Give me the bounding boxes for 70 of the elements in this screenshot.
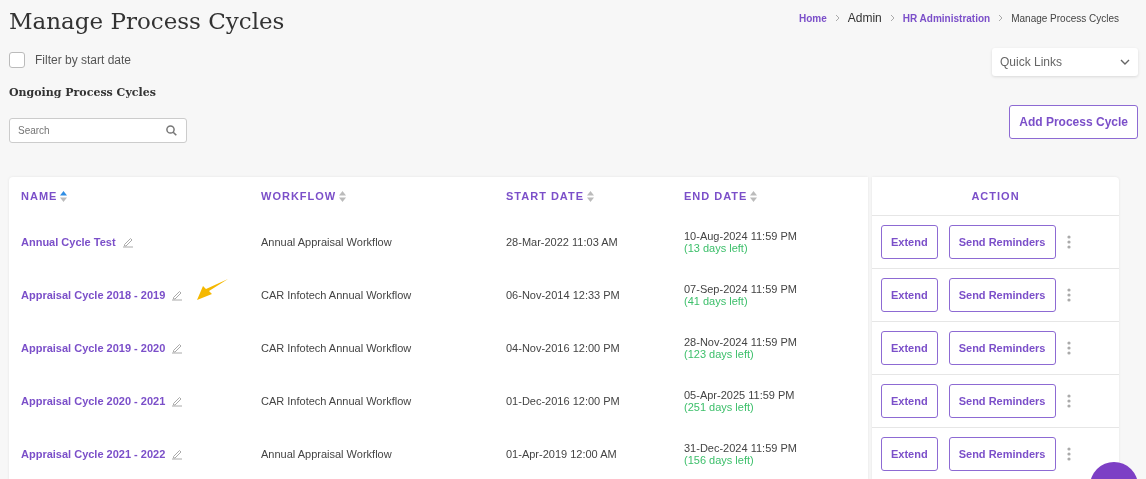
table-cell-text: Annual Appraisal Workflow [260,446,393,462]
column-header: ACTION [872,177,1119,216]
cycle-name-link[interactable]: Annual Cycle Test [21,235,116,248]
extend-button[interactable]: Extend [881,437,938,471]
pencil-icon[interactable] [171,394,184,407]
page-title: Manage Process Cycles [9,7,285,36]
breadcrumb-link[interactable]: HR Administration [902,12,991,24]
table-cell-text: CAR Infotech Annual Workflow [260,393,413,409]
column-header[interactable]: NAME [21,190,58,202]
chevron-icon [889,14,895,22]
more-options-icon[interactable] [1066,235,1071,249]
more-options-icon[interactable] [1066,394,1071,408]
section-title: Ongoing Process Cycles [9,86,157,99]
chevron-down-icon [1120,59,1130,65]
table-cell-text: 01-Apr-2019 12:00 AM [505,446,618,462]
days-left: (123 days left) [684,347,754,360]
end-date: 05-Apr-2025 11:59 PM [684,388,795,401]
send-reminders-button[interactable]: Send Reminders [948,384,1056,418]
search-field[interactable]: Search [9,118,187,143]
days-left: (156 days left) [684,453,754,466]
days-left: (41 days left) [684,294,748,307]
send-reminders-button[interactable]: Send Reminders [948,278,1056,312]
filter-label: Filter by start date [35,53,132,67]
table-cell-text: CAR Infotech Annual Workflow [260,287,413,303]
end-date: 07-Sep-2024 11:59 PM [684,282,797,295]
extend-button[interactable]: Extend [881,278,938,312]
table-cell-text: 06-Nov-2014 12:33 PM [505,287,621,303]
send-reminders-button[interactable]: Send Reminders [948,331,1056,365]
cycle-name-link[interactable]: Appraisal Cycle 2020 - 2021 [21,394,166,407]
end-date: 28-Nov-2024 11:59 PM [684,335,797,348]
add-process-cycle-button[interactable]: Add Process Cycle [1009,105,1138,139]
days-left: (251 days left) [684,400,754,413]
sort-icon[interactable] [750,190,758,202]
more-options-icon[interactable] [1066,447,1071,461]
column-header[interactable]: WORKFLOW [261,190,337,202]
cycle-name-link[interactable]: Appraisal Cycle 2019 - 2020 [21,341,166,354]
quick-links-dropdown[interactable]: Quick Links [992,48,1138,76]
end-date: 10-Aug-2024 11:59 PM [684,229,797,242]
pencil-icon[interactable] [121,235,134,248]
sort-icon[interactable] [587,190,595,202]
breadcrumb-item: Manage Process Cycles [1011,12,1119,24]
extend-button[interactable]: Extend [881,331,938,365]
breadcrumb-item: Admin [847,11,882,25]
cycle-name-link[interactable]: Appraisal Cycle 2018 - 2019 [21,288,166,301]
pencil-icon[interactable] [171,288,184,301]
chevron-icon [998,14,1004,22]
pencil-icon[interactable] [171,447,184,460]
cycle-name-link[interactable]: Appraisal Cycle 2021 - 2022 [21,447,166,460]
extend-button[interactable]: Extend [881,384,938,418]
sort-icon[interactable] [60,190,68,202]
column-header[interactable]: END DATE [684,190,748,202]
table-cell-text: 01-Dec-2016 12:00 PM [505,393,621,409]
extend-button[interactable]: Extend [881,225,938,259]
column-header[interactable]: START DATE [506,190,585,202]
search-icon[interactable] [166,125,177,136]
filter-checkbox[interactable] [9,52,25,68]
breadcrumb-link[interactable]: Home [798,12,827,24]
table-cell-text: CAR Infotech Annual Workflow [260,340,413,356]
send-reminders-button[interactable]: Send Reminders [948,225,1056,259]
pencil-icon[interactable] [171,341,184,354]
more-options-icon[interactable] [1066,288,1071,302]
sort-icon[interactable] [339,190,347,202]
send-reminders-button[interactable]: Send Reminders [948,437,1056,471]
table-cell-text: 04-Nov-2016 12:00 PM [505,340,621,356]
table-cell-text: 28-Mar-2022 11:03 AM [505,234,619,250]
chevron-icon [834,14,840,22]
days-left: (13 days left) [684,241,748,254]
table-cell-text: Annual Appraisal Workflow [260,234,393,250]
more-options-icon[interactable] [1066,341,1071,355]
end-date: 31-Dec-2024 11:59 PM [684,441,797,454]
